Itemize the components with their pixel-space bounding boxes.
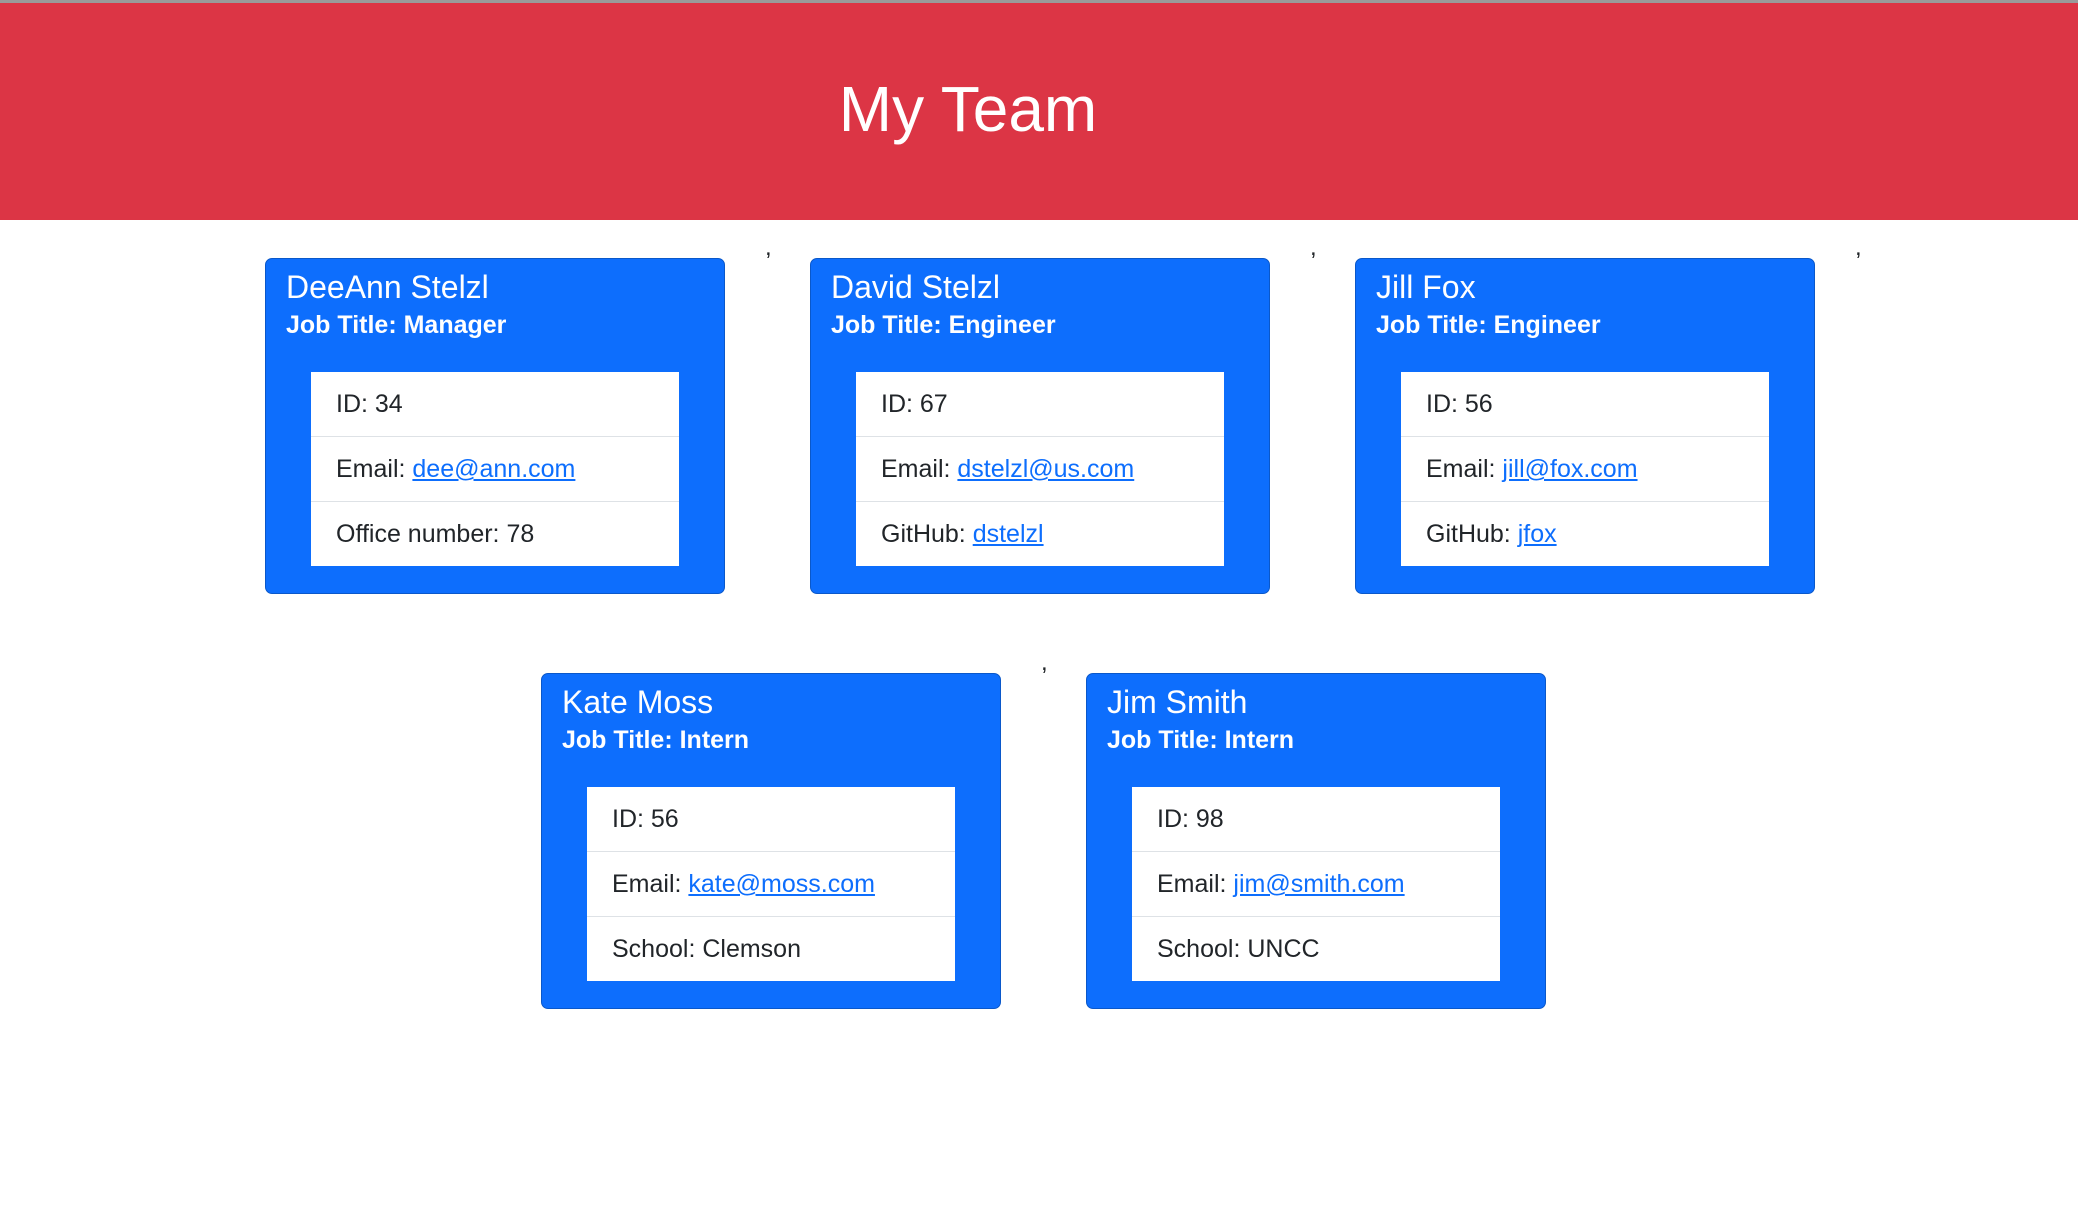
- email-link[interactable]: dstelzl@us.com: [957, 455, 1134, 483]
- employee-name: David Stelzl: [831, 269, 1000, 305]
- employee-card: DeeAnn Stelzl Job Title: Manager ID: 34 …: [265, 258, 725, 594]
- employee-job-title: Job Title: Intern: [562, 726, 750, 754]
- employee-details-list: ID: 34 Email: dee@ann.com Office number:…: [311, 372, 679, 566]
- email-link[interactable]: dee@ann.com: [412, 455, 575, 483]
- email-link[interactable]: jim@smith.com: [1233, 870, 1404, 898]
- employee-email: Email: kate@moss.com: [587, 852, 955, 917]
- employee-email: Email: dstelzl@us.com: [856, 437, 1224, 502]
- github-link[interactable]: dstelzl: [973, 520, 1044, 548]
- employee-card: Kate Moss Job Title: Intern ID: 56 Email…: [541, 673, 1001, 1009]
- card-separator: ,: [765, 234, 772, 261]
- employee-office-number: Office number: 78: [336, 520, 535, 548]
- employee-card: Jill Fox Job Title: Engineer ID: 56 Emai…: [1355, 258, 1815, 594]
- employee-github: GitHub: jfox: [1426, 520, 1557, 548]
- employee-school: School: Clemson: [612, 935, 801, 963]
- employee-name: Jim Smith: [1107, 684, 1248, 720]
- employee-details-list: ID: 56 Email: jill@fox.com GitHub: jfox: [1401, 372, 1769, 566]
- employee-job-title: Job Title: Engineer: [831, 311, 1056, 339]
- employee-id: ID: 56: [1401, 372, 1769, 437]
- employee-details-list: ID: 56 Email: kate@moss.com School: Clem…: [587, 787, 955, 981]
- card-separator: ,: [1855, 234, 1862, 261]
- employee-email: Email: jim@smith.com: [1132, 852, 1500, 917]
- email-link[interactable]: kate@moss.com: [688, 870, 875, 898]
- employee-details-list: ID: 98 Email: jim@smith.com School: UNCC: [1132, 787, 1500, 981]
- card-separator: ,: [1310, 234, 1317, 261]
- employee-id: ID: 56: [587, 787, 955, 852]
- employee-github: GitHub: dstelzl: [881, 520, 1044, 548]
- page-header: My Team: [0, 3, 2078, 220]
- employee-name: Jill Fox: [1376, 269, 1476, 305]
- employee-email: Email: dee@ann.com: [311, 437, 679, 502]
- employee-id: ID: 67: [856, 372, 1224, 437]
- email-link[interactable]: jill@fox.com: [1502, 455, 1637, 483]
- github-link[interactable]: jfox: [1518, 520, 1557, 548]
- employee-details-list: ID: 67 Email: dstelzl@us.com GitHub: dst…: [856, 372, 1224, 566]
- page-title: My Team: [838, 73, 1098, 145]
- employee-school: School: UNCC: [1157, 935, 1320, 963]
- employee-name: DeeAnn Stelzl: [286, 269, 489, 305]
- employee-id: ID: 34: [311, 372, 679, 437]
- card-separator: ,: [1041, 649, 1048, 676]
- employee-email: Email: jill@fox.com: [1401, 437, 1769, 502]
- employee-job-title: Job Title: Intern: [1107, 726, 1295, 754]
- employee-card: David Stelzl Job Title: Engineer ID: 67 …: [810, 258, 1270, 594]
- employee-id: ID: 98: [1132, 787, 1500, 852]
- employee-job-title: Job Title: Manager: [286, 311, 507, 339]
- employee-name: Kate Moss: [562, 684, 714, 720]
- employee-job-title: Job Title: Engineer: [1376, 311, 1601, 339]
- employee-card: Jim Smith Job Title: Intern ID: 98 Email…: [1086, 673, 1546, 1009]
